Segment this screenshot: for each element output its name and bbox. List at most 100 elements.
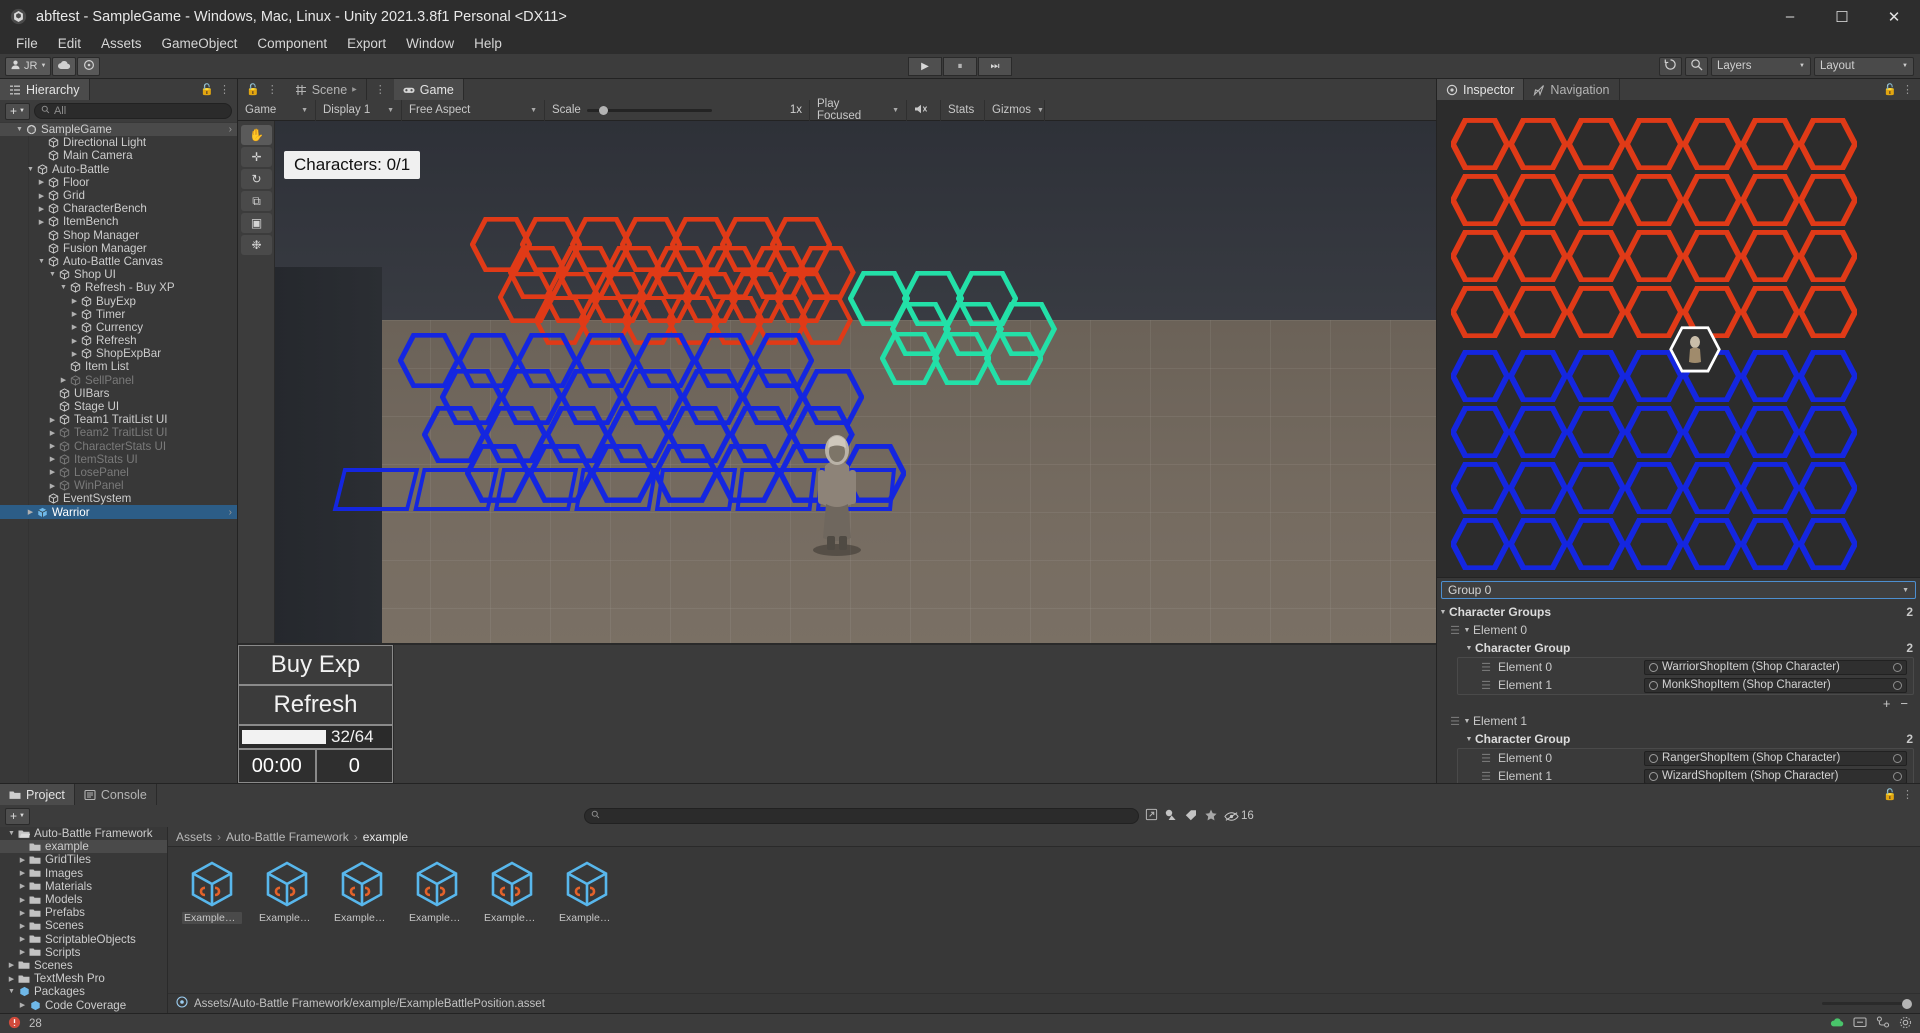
project-folder-item[interactable]: ▶ ScriptableObjects: [0, 933, 167, 946]
filter-label-icon[interactable]: [1184, 808, 1198, 825]
asset-item[interactable]: ExampleFi...: [407, 859, 467, 924]
project-folder-item[interactable]: ▶ Images: [0, 867, 167, 880]
hierarchy-item[interactable]: ▶ Timer: [0, 308, 237, 321]
expand-arrow-icon[interactable]: ▼: [1461, 718, 1473, 725]
expand-arrow-icon[interactable]: ▶: [36, 218, 47, 226]
project-add-button[interactable]: + ▼: [5, 807, 30, 825]
collab-button[interactable]: [77, 56, 101, 76]
mute-audio-button[interactable]: [907, 99, 941, 121]
expand-arrow-icon[interactable]: ▶: [47, 442, 58, 450]
hierarchy-item[interactable]: Stage UI: [0, 400, 237, 413]
asset-item[interactable]: ExampleFi...: [332, 859, 392, 924]
expand-arrow-icon[interactable]: ▼: [1463, 645, 1475, 652]
hierarchy-item[interactable]: ▶ Warrior ›: [0, 505, 237, 519]
undo-history-button[interactable]: [1659, 56, 1682, 76]
hierarchy-item[interactable]: Fusion Manager: [0, 242, 237, 255]
pause-button[interactable]: ⏸: [943, 56, 977, 76]
expand-arrow-icon[interactable]: ▶: [69, 350, 80, 358]
lock-icon[interactable]: 🔓: [246, 83, 260, 96]
menu-item-file[interactable]: File: [6, 33, 48, 54]
expand-arrow-icon[interactable]: ▶: [6, 975, 17, 983]
move-tool[interactable]: ✛: [241, 147, 272, 167]
close-button[interactable]: ✕: [1868, 0, 1920, 33]
lock-icon[interactable]: 🔓: [200, 83, 214, 96]
rect-tool[interactable]: ▣: [241, 213, 272, 233]
play-focused-dropdown[interactable]: Play Focused ▼: [810, 98, 907, 122]
tab-inspector[interactable]: Inspector: [1437, 79, 1525, 100]
menu-item-help[interactable]: Help: [464, 33, 512, 54]
scale-tool[interactable]: ⧉: [241, 191, 272, 211]
search-button[interactable]: [1685, 56, 1708, 76]
expand-arrow-icon[interactable]: ▶: [36, 205, 47, 213]
tab-scene[interactable]: Scene ▶: [286, 79, 367, 100]
project-folder-tree[interactable]: ▼ Auto-Battle Framework example ▶ GridTiles ▶…: [0, 827, 168, 1013]
project-folder-item[interactable]: ▶ Scenes: [0, 919, 167, 932]
expand-arrow-icon[interactable]: ▶: [17, 869, 28, 877]
drag-handle-icon[interactable]: ☰: [1480, 679, 1492, 692]
project-folder-item[interactable]: ▶ Scenes: [0, 959, 167, 972]
project-search-input[interactable]: [583, 808, 1139, 824]
more-menu-icon[interactable]: ⋮: [1902, 788, 1913, 801]
tab-hierarchy[interactable]: Hierarchy: [0, 79, 90, 100]
hierarchy-item[interactable]: ▶ Team2 TraitList UI: [0, 426, 237, 439]
more-menu-icon[interactable]: ›: [229, 124, 232, 135]
project-folder-item[interactable]: ▶Custom NUnit: [0, 1012, 167, 1013]
filter-type-icon[interactable]: [1164, 808, 1178, 825]
expand-arrow-icon[interactable]: ▼: [1463, 736, 1475, 743]
expand-arrow-icon[interactable]: ▼: [58, 284, 69, 291]
expand-arrow-icon[interactable]: ▼: [6, 988, 17, 995]
hierarchy-item[interactable]: Item List: [0, 360, 237, 373]
object-reference-field[interactable]: WizardShopItem (Shop Character): [1644, 768, 1907, 783]
expand-arrow-icon[interactable]: ▼: [1437, 609, 1449, 616]
project-folder-item[interactable]: ▶ Code Coverage: [0, 998, 167, 1012]
slider-knob[interactable]: [1902, 998, 1912, 1009]
minimize-button[interactable]: –: [1764, 0, 1816, 33]
shop-item-list[interactable]: [393, 645, 1436, 783]
object-picker-icon[interactable]: [1893, 771, 1902, 781]
hierarchy-item[interactable]: ▶ ShopExpBar: [0, 347, 237, 360]
character-element-row[interactable]: ☰ Element 1 MonkShopItem (Shop Character): [1458, 676, 1913, 694]
step-button[interactable]: ⏭: [978, 56, 1012, 76]
hierarchy-item[interactable]: ▼ Auto-Battle Canvas: [0, 255, 237, 268]
lock-icon[interactable]: 🔓: [1883, 788, 1897, 801]
display-dropdown[interactable]: Display 1 ▼: [316, 99, 402, 121]
character-element-row[interactable]: ☰ Element 0 WarriorShopItem (Shop Characte…: [1458, 658, 1913, 676]
project-folder-item[interactable]: ▶ Scripts: [0, 946, 167, 959]
gizmos-dropdown[interactable]: Gizmos ▼: [985, 99, 1045, 121]
expand-arrow-icon[interactable]: ▼: [1461, 627, 1473, 634]
hierarchy-item[interactable]: ▶ WinPanel: [0, 479, 237, 492]
expand-arrow-icon[interactable]: ▼: [47, 271, 58, 278]
hierarchy-item[interactable]: ▶ Floor: [0, 176, 237, 189]
breadcrumb-item[interactable]: Assets: [176, 830, 212, 844]
project-folder-item[interactable]: ▼ Auto-Battle Framework: [0, 827, 167, 840]
aspect-dropdown[interactable]: Free Aspect ▼: [402, 99, 545, 121]
hierarchy-item[interactable]: ▶ SellPanel: [0, 374, 237, 387]
expand-arrow-icon[interactable]: ▶: [69, 323, 80, 331]
expand-arrow-icon[interactable]: ▶: [47, 482, 58, 490]
expand-arrow-icon[interactable]: ▶: [47, 468, 58, 476]
hierarchy-search-input[interactable]: All: [33, 103, 232, 119]
more-menu-icon[interactable]: ›: [229, 507, 232, 518]
lock-icon[interactable]: 🔓: [1883, 83, 1897, 96]
cloud-button[interactable]: [52, 56, 77, 76]
asset-item[interactable]: ExamplePr...: [482, 859, 542, 924]
expand-arrow-icon[interactable]: ▶: [17, 948, 28, 956]
expand-arrow-icon[interactable]: ▶: [47, 455, 58, 463]
character-element-row[interactable]: ☰ Element 0 RangerShopItem (Shop Character…: [1458, 749, 1913, 767]
menu-item-assets[interactable]: Assets: [91, 33, 152, 54]
hierarchy-item[interactable]: ▶ ItemBench: [0, 215, 237, 228]
settings-gear-icon[interactable]: [1899, 1016, 1912, 1032]
version-control-icon[interactable]: [1876, 1016, 1890, 1031]
favorites-star-icon[interactable]: [1204, 808, 1218, 825]
hierarchy-item[interactable]: ▶ Team1 TraitList UI: [0, 413, 237, 426]
hierarchy-item[interactable]: UIBars: [0, 387, 237, 400]
tab-console[interactable]: Console: [75, 784, 157, 805]
scale-slider[interactable]: [586, 105, 712, 115]
expand-arrow-icon[interactable]: ▶: [17, 882, 28, 890]
expand-arrow-icon[interactable]: ▶: [6, 961, 17, 969]
asset-item[interactable]: ExampleSt...: [557, 859, 617, 924]
hierarchy-add-button[interactable]: + ▼: [5, 102, 30, 120]
hierarchy-item[interactable]: ▶ Refresh: [0, 334, 237, 347]
transform-tool[interactable]: ❉: [241, 235, 272, 255]
project-folder-item[interactable]: ▶ GridTiles: [0, 853, 167, 866]
